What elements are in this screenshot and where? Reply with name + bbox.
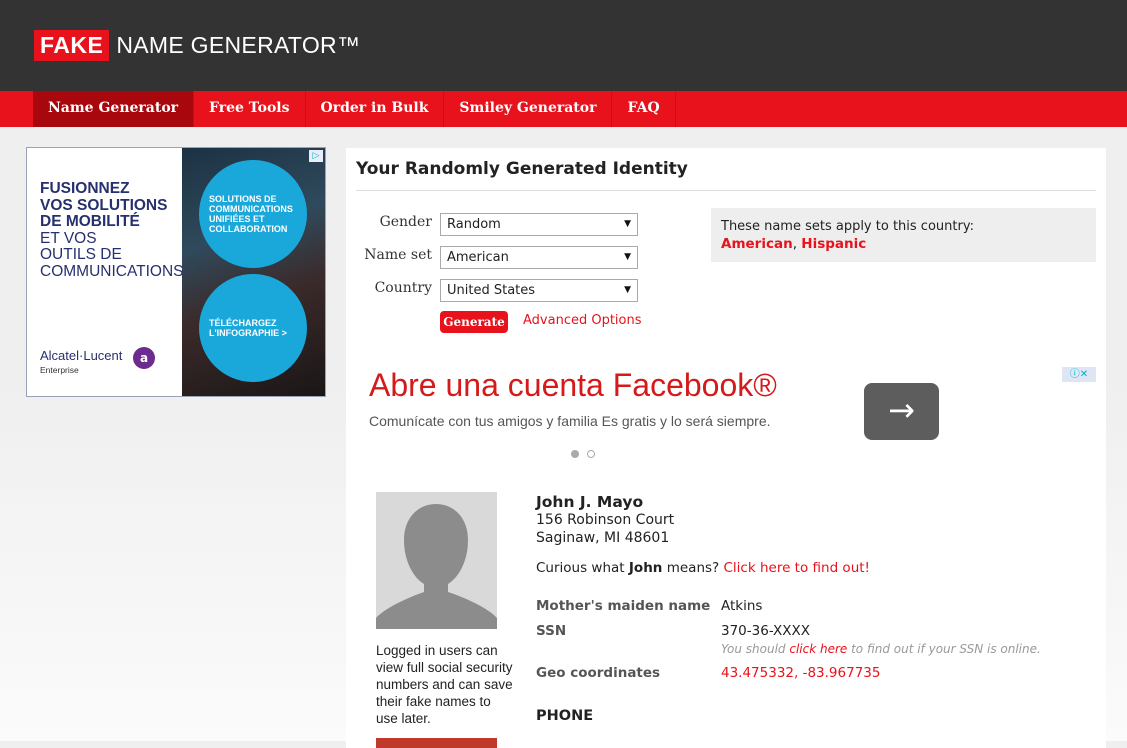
brand-logo-icon: a [133,347,155,369]
banner-subtext: Comunícate con tus amigos y familia Es g… [369,413,771,429]
country-select-value: United States [447,283,536,298]
ad-line: VOS SOLUTIONS [40,196,168,214]
ad-brand: Alcatel·Lucent Enterprise [40,348,122,375]
ssn-hint: You should click here to find out if you… [721,642,1041,656]
logo-text: NAME GENERATOR™ [116,32,361,58]
phone-heading: PHONE [536,708,594,724]
main-nav: Name Generator Free Tools Order in Bulk … [0,91,1127,127]
ad-line: COMMUNICATIONS [40,262,184,280]
page-title: Your Randomly Generated Identity [356,159,688,179]
ad-line: OUTILS DE [40,246,122,263]
generate-button[interactable]: Generate [440,311,508,333]
country-namesets-box: These name sets apply to this country: A… [711,208,1096,262]
maiden-name-value: Atkins [721,598,763,614]
ad-text: FUSIONNEZ VOS SOLUTIONS DE MOBILITÉ ET V… [40,180,200,280]
avatar [376,492,497,629]
identity-name: John J. Mayo [536,493,644,511]
ssn-value: 370-36-XXXX [721,623,811,639]
banner-pagination [571,443,603,462]
person-silhouette-icon [376,492,497,629]
banner-advertisement[interactable]: Abre una cuenta Facebook® Comunícate con… [356,365,1096,460]
site-header: FAKE NAME GENERATOR™ [0,0,1127,91]
nav-order-in-bulk[interactable]: Order in Bulk [306,91,445,127]
geo-coordinates-link[interactable]: 43.475332, -83.967735 [721,665,880,681]
nameset-label: Name set [364,247,432,263]
ad-circle-download[interactable]: TÉLÉCHARGEZ L'INFOGRAPHIE > [199,274,307,382]
namesets-intro: These name sets apply to this country: [721,219,974,234]
ssn-label: SSN [536,623,567,639]
carousel-dot-icon[interactable] [571,450,579,458]
namesets-list: American, Hispanic [721,236,1086,252]
nameset-link-hispanic[interactable]: Hispanic [801,236,866,252]
left-advertisement[interactable]: FUSIONNEZ VOS SOLUTIONS DE MOBILITÉ ET V… [26,147,326,397]
ssn-check-link[interactable]: click here [789,642,847,656]
dropdown-arrow-icon: ▼ [624,252,631,262]
maiden-name-label: Mother's maiden name [536,598,711,614]
dropdown-arrow-icon: ▼ [624,285,631,295]
curious-prefix: Curious what [536,560,629,576]
country-label: Country [374,280,432,296]
country-select[interactable]: United States ▼ [440,279,638,302]
logo-badge: FAKE [34,30,110,61]
advanced-options-link[interactable]: Advanced Options [523,313,642,328]
dropdown-arrow-icon: ▼ [624,219,631,229]
nav-free-tools[interactable]: Free Tools [194,91,306,127]
name-meaning-link[interactable]: Click here to find out! [724,560,870,576]
ssn-hint-suffix: to find out if your SSN is online. [847,642,1041,656]
nameset-select[interactable]: American ▼ [440,246,638,269]
banner-headline[interactable]: Abre una cuenta Facebook® [369,367,777,404]
ad-line: FUSIONNEZ [40,180,130,197]
adchoices-icon[interactable]: ▷ [309,150,323,162]
identity-panel: Your Randomly Generated Identity Gender … [346,148,1106,748]
ssn-hint-prefix: You should [721,642,790,656]
nav-name-generator[interactable]: Name Generator [33,91,195,127]
nameset-link-american[interactable]: American [721,236,793,252]
ad-line: DE MOBILITÉ [40,213,140,230]
title-divider [356,190,1096,191]
gender-select-value: Random [447,217,501,232]
identity-address: John J. Mayo 156 Robinson Court Saginaw,… [536,493,674,547]
address-city: Saginaw, MI 48601 [536,530,670,546]
gender-label: Gender [379,214,432,230]
login-note: Logged in users can view full social sec… [376,643,513,726]
nav-smiley-generator[interactable]: Smiley Generator [444,91,613,127]
ad-line: ET VOS [40,229,97,247]
nameset-select-value: American [447,250,509,265]
ad-brand-name: Alcatel·Lucent [40,348,123,363]
name-meaning-line: Curious what John means? Click here to f… [536,560,870,576]
banner-arrow-button[interactable]: → [864,383,939,440]
login-button-edge[interactable] [376,738,497,748]
curious-middle: means? [662,560,724,576]
geo-label: Geo coordinates [536,665,661,681]
address-street: 156 Robinson Court [536,512,675,528]
ad-circle-solutions[interactable]: SOLUTIONS DE COMMUNICATIONS UNIFIÉES ET … [199,160,307,268]
site-logo[interactable]: FAKE NAME GENERATOR™ [34,30,360,61]
ad-info-close-icon[interactable]: ⓘ✕ [1062,367,1096,382]
nameset-separator: , [792,236,802,252]
curious-name: John [628,560,663,576]
ad-brand-sub: Enterprise [40,365,79,375]
gender-select[interactable]: Random ▼ [440,213,638,236]
carousel-dot-icon[interactable] [587,450,595,458]
nav-faq[interactable]: FAQ [612,91,676,127]
